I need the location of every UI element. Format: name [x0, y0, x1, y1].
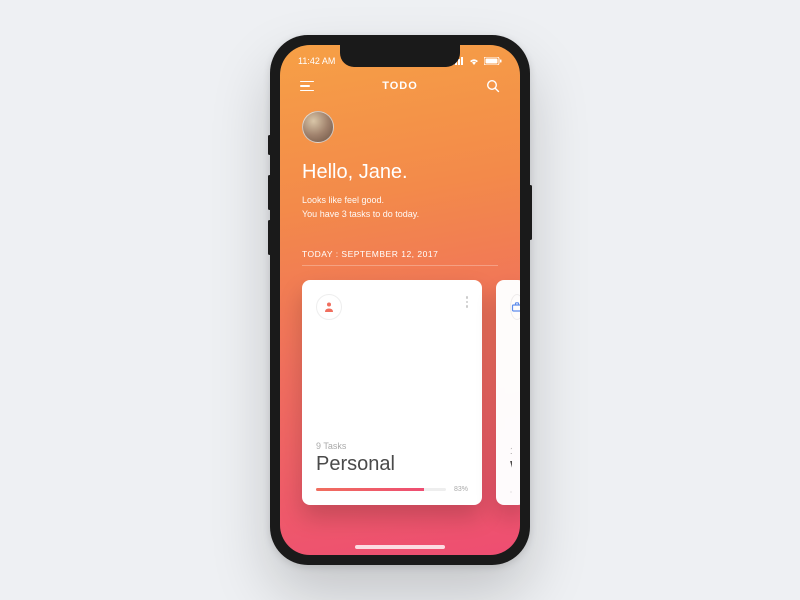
nav-bar: TODO — [280, 71, 520, 103]
subtext-line2: You have 3 tasks to do today. — [302, 208, 498, 222]
app-title: TODO — [382, 80, 418, 92]
card-category-icon — [316, 294, 342, 320]
date-label: TODAY : SEPTEMBER 12, 2017 — [302, 249, 498, 266]
card-header — [510, 294, 512, 320]
wifi-icon — [468, 57, 480, 65]
menu-button[interactable] — [298, 77, 316, 95]
card-body: 12 W — [510, 446, 512, 494]
category-card-personal[interactable]: 9 Tasks Personal 83% — [302, 280, 482, 505]
volume-up-button — [268, 175, 271, 210]
search-icon — [486, 79, 500, 93]
category-name: Personal — [316, 453, 468, 476]
notch — [340, 45, 460, 67]
hamburger-icon — [300, 81, 314, 92]
progress-row: 83% — [316, 486, 468, 493]
battery-icon — [484, 57, 502, 65]
card-body: 9 Tasks Personal 83% — [316, 441, 468, 493]
progress-track — [510, 491, 512, 494]
category-name: W — [510, 458, 512, 481]
progress-fill — [316, 488, 424, 491]
subtext-line1: Looks like feel good. — [302, 194, 498, 208]
status-right — [452, 57, 502, 65]
card-more-button[interactable] — [466, 294, 469, 308]
content: Hello, Jane. Looks like feel good. You h… — [280, 103, 520, 266]
task-count: 12 — [510, 446, 512, 456]
search-button[interactable] — [484, 77, 502, 95]
cards-carousel[interactable]: 9 Tasks Personal 83% — [280, 280, 520, 505]
greeting: Hello, Jane. — [302, 161, 498, 184]
progress-percent: 83% — [454, 486, 468, 493]
person-icon — [323, 301, 335, 313]
avatar[interactable] — [302, 111, 334, 143]
power-button — [529, 185, 532, 240]
card-category-icon — [510, 294, 520, 320]
side-button — [268, 135, 271, 155]
volume-down-button — [268, 220, 271, 255]
progress-row — [510, 491, 512, 494]
status-time: 11:42 AM — [298, 56, 335, 66]
phone-frame: 11:42 AM TODO Hello, Jane. Looks like fe… — [270, 35, 530, 565]
briefcase-icon — [511, 301, 520, 313]
screen: 11:42 AM TODO Hello, Jane. Looks like fe… — [280, 45, 520, 555]
task-count: 9 Tasks — [316, 441, 468, 451]
progress-track — [316, 488, 446, 491]
home-indicator[interactable] — [355, 545, 445, 549]
category-card-peek[interactable]: 12 W — [496, 280, 520, 505]
card-header — [316, 294, 468, 320]
